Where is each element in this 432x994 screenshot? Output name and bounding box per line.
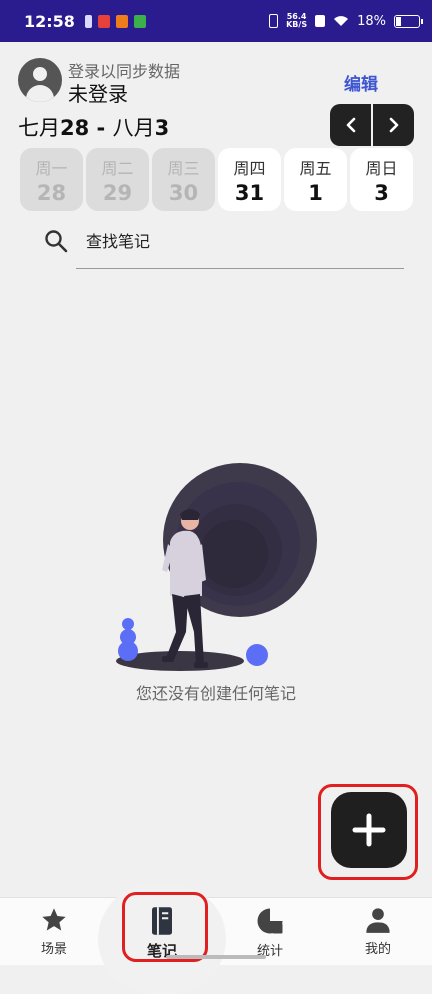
start-day: 28: [60, 116, 90, 140]
search-input[interactable]: [86, 226, 386, 256]
day-date: 29: [102, 180, 133, 205]
day-weekday: 周二: [101, 158, 134, 178]
empty-state-illustration: [116, 463, 317, 671]
day-cell[interactable]: 周四 31: [218, 148, 281, 211]
chevron-left-icon: [346, 117, 355, 133]
vibrate-icon: [269, 14, 279, 28]
home-indicator: [166, 955, 266, 959]
day-date: 28: [36, 180, 67, 205]
tab-label: 我的: [364, 942, 391, 957]
week-strip: 周一 28 周二 29 周三 30 周四 31 周五 1 周日 3: [20, 148, 413, 211]
avatar[interactable]: [18, 58, 62, 102]
day-weekday: 周四: [233, 158, 266, 178]
day-weekday: 周一: [35, 158, 68, 178]
app-notification-icon: [133, 14, 146, 28]
status-bar: 12:58 56.4 KB/S 18%: [0, 0, 432, 42]
day-weekday: 周五: [299, 158, 332, 178]
plus-icon: [352, 813, 386, 847]
tab-stats[interactable]: 统计: [230, 906, 310, 959]
day-weekday: 周日: [365, 158, 398, 178]
no-signal-icon: [315, 15, 326, 27]
day-weekday: 周三: [167, 158, 200, 178]
pie-chart-icon: [257, 908, 283, 934]
next-week-button[interactable]: [373, 104, 414, 146]
day-cell[interactable]: 周一 28: [20, 148, 83, 211]
app-notification-icon: [97, 14, 110, 28]
end-day: 3: [154, 116, 170, 140]
day-cell[interactable]: 周三 30: [152, 148, 215, 211]
start-month: 七月: [18, 116, 60, 140]
battery-percent: 18%: [357, 13, 386, 29]
tab-profile[interactable]: 我的: [338, 906, 418, 957]
day-cell[interactable]: 周日 3: [350, 148, 413, 211]
highlight-frame: [122, 892, 208, 962]
day-date: 1: [308, 180, 323, 205]
search-underline: [76, 268, 404, 269]
day-date: 3: [374, 180, 389, 205]
week-nav: [330, 104, 414, 146]
chevron-right-icon: [389, 117, 398, 133]
day-date: 31: [234, 180, 265, 205]
date-range: 七月28 - 八月3: [18, 112, 169, 142]
range-separator: -: [89, 116, 113, 140]
tab-label: 场景: [40, 942, 67, 957]
battery-icon: [394, 14, 423, 28]
sim-icon: [84, 14, 92, 28]
edit-button[interactable]: 编辑: [344, 70, 378, 95]
notification-icons: [84, 14, 146, 28]
empty-state-message: 您还没有创建任何笔记: [135, 684, 296, 703]
person-icon: [366, 908, 390, 933]
day-cell[interactable]: 周二 29: [86, 148, 149, 211]
app-notification-icon: [115, 14, 128, 28]
end-month: 八月: [112, 116, 155, 140]
wifi-icon: [334, 16, 349, 26]
prev-week-button[interactable]: [330, 104, 371, 146]
net-speed-unit: KB/S: [286, 20, 308, 29]
login-status[interactable]: 未登录: [68, 78, 128, 107]
add-note-button[interactable]: [331, 792, 407, 868]
tab-scenes[interactable]: 场景: [14, 906, 94, 957]
day-cell[interactable]: 周五 1: [284, 148, 347, 211]
day-date: 30: [168, 180, 199, 205]
star-icon: [42, 908, 66, 931]
status-time: 12:58: [24, 11, 75, 31]
search-icon[interactable]: [44, 229, 68, 253]
net-speed: 56.4 KB/S: [286, 13, 307, 29]
